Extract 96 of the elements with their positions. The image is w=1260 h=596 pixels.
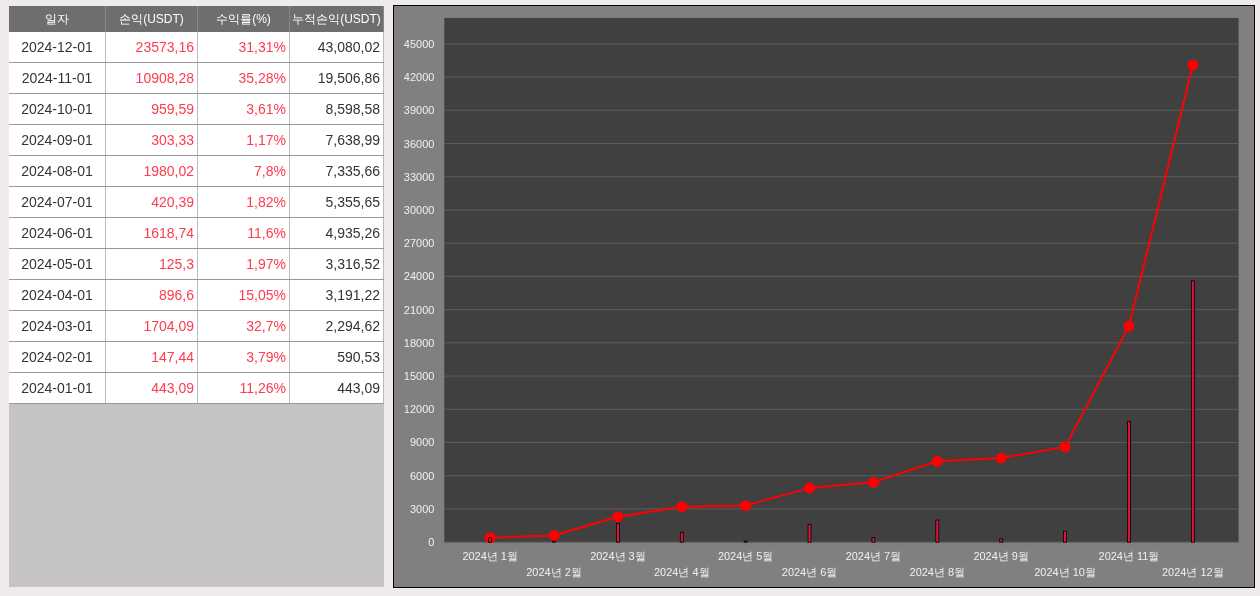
table-cell: 35,28% (198, 63, 290, 93)
data-point (867, 476, 879, 488)
y-tick-label: 42000 (403, 71, 435, 84)
x-tick-label: 2024년 5월 (717, 550, 774, 563)
data-point (995, 452, 1007, 464)
table-cell: 1980,02 (106, 156, 198, 186)
y-tick-label: 39000 (403, 104, 435, 117)
table-cell: 2024-09-01 (9, 125, 106, 155)
bar (999, 538, 1004, 543)
y-tick-label: 24000 (403, 270, 435, 283)
y-tick-label: 30000 (403, 203, 435, 216)
table-cell: 3,191,22 (290, 280, 384, 310)
x-tick-label: 2024년 10월 (1034, 566, 1096, 579)
y-tick-label: 3000 (409, 502, 435, 515)
table-cell: 420,39 (106, 187, 198, 217)
y-tick-label: 36000 (403, 137, 435, 150)
data-point (804, 482, 816, 494)
data-point (676, 501, 688, 513)
table-cell: 2024-03-01 (9, 311, 106, 341)
table-cell: 2024-05-01 (9, 249, 106, 279)
table-cell: 2024-02-01 (9, 342, 106, 372)
table-cell: 590,53 (290, 342, 384, 372)
table-cell: 959,59 (106, 94, 198, 124)
data-point (548, 530, 560, 541)
bar (1063, 530, 1067, 543)
bar (871, 537, 876, 543)
table-cell: 443,09 (106, 373, 198, 403)
table-cell: 2024-06-01 (9, 218, 106, 248)
table-cell: 5,355,65 (290, 187, 384, 217)
table-cell: 7,638,99 (290, 125, 384, 155)
table-cell: 7,8% (198, 156, 290, 186)
data-point (1059, 441, 1071, 453)
x-tick-label: 2024년 8월 (909, 566, 966, 579)
y-tick-label: 9000 (409, 436, 435, 449)
x-tick-label: 2024년 6월 (781, 566, 838, 579)
table-cell: 303,33 (106, 125, 198, 155)
table-cell: 2024-11-01 (9, 63, 106, 93)
y-tick-label: 33000 (403, 170, 435, 183)
bar (935, 519, 940, 543)
x-tick-label: 2024년 9월 (973, 550, 1029, 563)
table-cell: 19,506,86 (290, 63, 384, 93)
data-point (931, 455, 943, 467)
data-point (612, 511, 624, 523)
bar (616, 522, 620, 543)
x-tick-label: 2024년 1월 (462, 550, 518, 563)
x-tick-label: 2024년 11월 (1098, 550, 1160, 563)
x-tick-label: 2024년 7월 (845, 550, 902, 563)
table-cell: 8,598,58 (290, 94, 384, 124)
y-tick-label: 6000 (409, 469, 435, 482)
table-cell: 2024-04-01 (9, 280, 106, 310)
table-cell: 4,935,26 (290, 218, 384, 248)
data-point (1123, 320, 1135, 332)
table-cell: 32,7% (198, 311, 290, 341)
table-cell: 443,09 (290, 373, 384, 403)
x-tick-label: 2024년 3월 (590, 550, 646, 563)
table-cell: 7,335,66 (290, 156, 384, 186)
table-cell: 31,31% (198, 32, 290, 62)
table-cell: 11,26% (198, 373, 290, 403)
bar (679, 531, 684, 543)
table-cell: 43,080,02 (290, 32, 384, 62)
table-cell: 23573,16 (106, 32, 198, 62)
table-cell: 1704,09 (106, 311, 198, 341)
bar (807, 524, 812, 543)
y-tick-label: 45000 (403, 37, 435, 50)
y-tick-label: 21000 (403, 303, 435, 316)
y-tick-label: 0 (428, 536, 435, 549)
table-cell: 2024-07-01 (9, 187, 106, 217)
table-cell: 11,6% (198, 218, 290, 248)
table-cell: 3,61% (198, 94, 290, 124)
x-tick-label: 2024년 4월 (654, 566, 710, 579)
x-tick-label: 2024년 2월 (526, 566, 582, 579)
y-tick-label: 27000 (403, 237, 435, 250)
table-cell: 1,97% (198, 249, 290, 279)
table-cell: 2024-01-01 (9, 373, 106, 403)
table-cell: 896,6 (106, 280, 198, 310)
bar (743, 540, 748, 543)
table-cell: 125,3 (106, 249, 198, 279)
y-tick-label: 18000 (403, 336, 435, 349)
data-point (740, 500, 752, 512)
table-cell: 1,82% (198, 187, 290, 217)
y-tick-label: 15000 (403, 370, 435, 383)
table-cell: 1,17% (198, 125, 290, 155)
table-cell: 147,44 (106, 342, 198, 372)
table-cell: 2024-12-01 (9, 32, 106, 62)
table-cell: 10908,28 (106, 63, 198, 93)
table-cell: 2,294,62 (290, 311, 384, 341)
x-tick-label: 2024년 12월 (1162, 566, 1224, 579)
table-cell: 2024-10-01 (9, 94, 106, 124)
table-cell: 15,05% (198, 280, 290, 310)
table-cell: 3,316,52 (290, 249, 384, 279)
y-tick-label: 12000 (403, 403, 435, 416)
data-point (1187, 59, 1199, 71)
table-cell: 1618,74 (106, 218, 198, 248)
table-cell: 3,79% (198, 342, 290, 372)
bar (488, 537, 493, 543)
table-cell: 2024-08-01 (9, 156, 106, 186)
